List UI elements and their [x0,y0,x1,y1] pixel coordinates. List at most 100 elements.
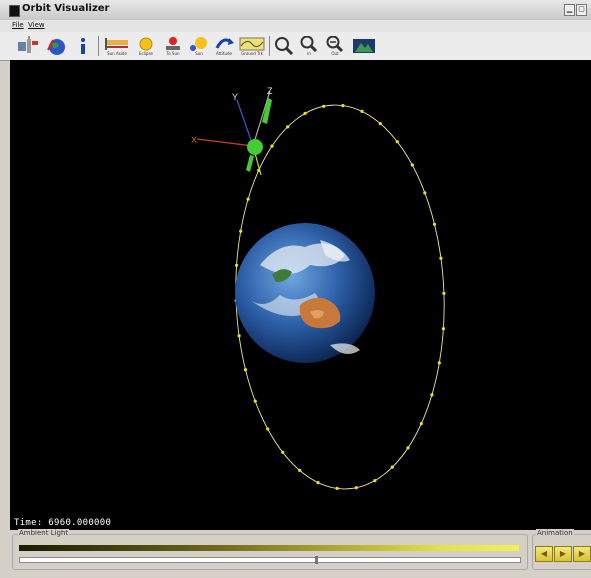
orbit-marker [235,263,239,267]
animation-group: Animation ◀ ▶ ▶ [532,529,591,570]
time-readout: Time: 6960.000000 [14,518,112,528]
sun-panel-icon [105,38,128,50]
window-title: Orbit Visualizer [22,3,110,14]
earth-icon [47,39,65,55]
eclipse-button[interactable]: Eclipse [133,35,159,57]
y-axis-line [236,99,254,147]
sun-label: Sun [195,51,203,56]
orbit-marker [335,486,339,490]
earth [235,223,375,363]
step-back-button[interactable]: ◀ [535,546,553,562]
orbit-marker [303,111,307,115]
to-sun-button[interactable]: To Sun [160,35,186,57]
to-sun-icon [166,37,180,50]
info-icon [81,38,85,54]
orbit-marker [441,327,445,331]
orbit-marker [406,446,410,450]
menu-bar: File View [0,20,591,32]
orbit-marker [237,334,241,338]
orbit-marker [410,163,414,167]
orbit-marker [266,427,270,431]
orbit-marker [322,104,326,108]
menu-view[interactable]: View [28,21,45,29]
y-axis-label: Y [232,92,238,102]
3d-viewport[interactable]: X Y Z Time: 6960.000000 [10,60,591,530]
orbit-marker [378,122,382,126]
satellite: X Y Z [191,86,273,176]
terrain-button[interactable] [351,35,377,57]
orbit-marker [373,479,377,483]
zoom-icon [275,37,294,55]
attitude-button[interactable]: Attitude [212,35,236,57]
control-panel: Ambient Light Animation ◀ ▶ ▶ [0,529,591,578]
zoom-in-label: In [307,51,311,56]
toolbar: Sun Aside Eclipse To Sun Sun Attitude Gr… [0,32,591,61]
satellite-body [247,139,263,155]
sun-icon [139,37,153,51]
orbit-marker [281,450,285,454]
sun-orbit-button[interactable]: Sun [187,35,211,57]
zoom-in-button[interactable]: In [297,35,321,57]
step-forward-button[interactable]: ▶ [573,546,591,562]
ambient-light-group: Ambient Light [12,529,528,570]
orbit-marker [360,109,364,113]
orbit-marker [341,104,345,108]
ground-track-icon [239,37,265,51]
orbit-scene: X Y Z [191,86,446,490]
attitude-label: Attitude [215,51,233,56]
animation-label: Animation [536,529,574,537]
z-axis-label: Z [267,86,273,96]
earth-view-button[interactable] [44,35,70,57]
step-back-icon: ◀ [540,549,548,558]
menu-file[interactable]: File [12,21,24,29]
step-forward-icon: ▶ [578,549,586,558]
satellite-icon [18,36,38,53]
orbit-marker [437,361,441,365]
orbit-marker [432,222,437,226]
eclipse-label: Eclipse [138,51,154,56]
orbit-marker [439,256,443,260]
ground-track-button[interactable]: Ground Trk [238,35,266,57]
terrain-icon [353,39,375,53]
ambient-light-slider[interactable] [19,556,521,564]
sun-aside-button[interactable]: Sun Aside [103,35,131,57]
play-button[interactable]: ▶ [554,546,572,562]
ground-track-label: Ground Trk [241,51,263,56]
play-icon: ▶ [559,549,567,558]
x-axis-line [196,138,254,147]
orbit-marker [253,399,257,403]
to-sun-label: To Sun [166,51,180,56]
orbit-marker [419,422,423,426]
zoom-out-button[interactable]: Out [323,35,347,57]
zoom-in-icon [300,36,318,52]
orbit-marker [316,481,320,485]
sun-orbit-icon [190,37,207,51]
attitude-icon [215,38,234,49]
maximize-button[interactable]: ▢ [576,4,587,16]
zoom-out-label: Out [331,51,339,56]
orbit-marker [395,140,399,144]
orbit-marker [239,229,243,233]
slider-thumb[interactable] [315,556,318,564]
orbit-marker [270,144,274,148]
orbit-marker [298,468,302,472]
x-axis-label: X [191,135,197,145]
orbit-marker [243,368,248,372]
orbit-marker [354,486,358,490]
orbit-marker [430,393,434,397]
orbit-marker [442,291,446,295]
orbit-marker [390,465,394,469]
info-button[interactable] [73,35,93,57]
toolbar-separator [269,36,270,56]
zoom-button[interactable] [273,35,295,57]
orbit-marker [286,125,290,129]
satellite-button[interactable] [15,35,41,57]
app-icon [9,5,20,17]
minimize-button[interactable]: ▁ [564,4,575,16]
toolbar-separator [98,36,99,56]
orbit-marker [423,191,427,195]
title-bar: Orbit Visualizer ▁ ▢ [0,0,591,21]
sun-aside-label: Sun Aside [107,51,127,56]
orbit-marker [246,197,250,201]
zoom-out-icon [326,36,344,52]
